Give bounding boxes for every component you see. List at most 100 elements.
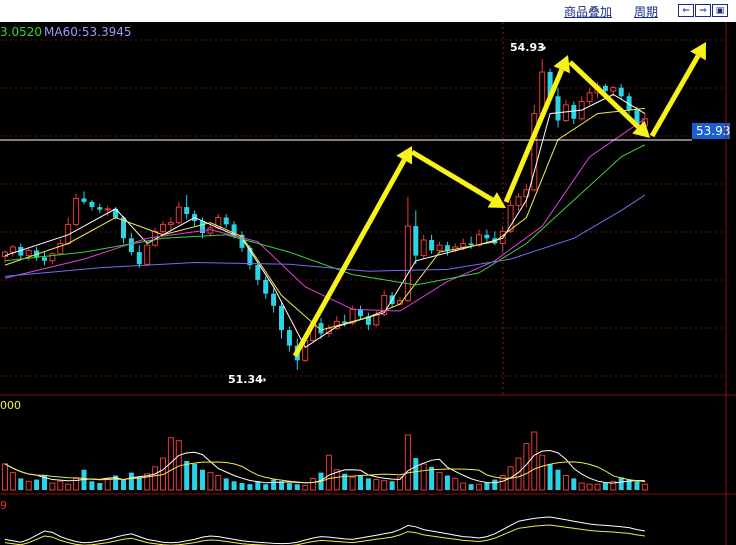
- candle-body: [223, 217, 229, 225]
- volume-bar-59: [468, 484, 474, 490]
- candle-73: [578, 96, 585, 121]
- candle-35: [279, 302, 284, 339]
- volume-bar-25: [200, 469, 205, 490]
- candle-36: [286, 326, 292, 352]
- candle-23: [184, 194, 190, 220]
- candle-body: [73, 197, 80, 225]
- candle-10: [81, 191, 87, 205]
- oscillator-signal-line: [4, 524, 645, 545]
- candle-body: [144, 244, 151, 265]
- candle-body: [404, 225, 411, 302]
- volume-bar-29: [231, 481, 237, 490]
- volume-bar-46: [365, 478, 371, 490]
- candle-28: [223, 214, 229, 228]
- arrow-shaft: [649, 54, 701, 138]
- candle-body: [429, 240, 435, 251]
- candle-51: [404, 196, 411, 303]
- candle-3: [25, 248, 32, 261]
- volume-bar-24: [192, 463, 198, 490]
- volume-bar-56: [444, 475, 450, 490]
- volume-bar-71: [562, 475, 569, 491]
- candle-body: [42, 257, 47, 261]
- high-arrow-icon: →: [538, 43, 546, 54]
- volume-bar-41: [325, 454, 332, 491]
- candle-body: [263, 279, 269, 294]
- candle-65: [515, 193, 522, 211]
- volume-bar-52: [413, 458, 419, 490]
- volume-bar-75: [594, 483, 601, 491]
- candle-9: [73, 193, 80, 227]
- arrow-shaft: [410, 149, 494, 202]
- arrow-shaft: [292, 158, 407, 358]
- volume-bar-28: [223, 478, 229, 490]
- candle-body: [255, 265, 261, 280]
- candle-body: [286, 330, 292, 346]
- volume-bar-58: [460, 482, 467, 491]
- candle-72: [571, 101, 577, 124]
- volume-bar-7: [57, 480, 64, 491]
- volume-bar-60: [476, 483, 482, 491]
- ma30-line: [4, 144, 646, 286]
- trend-arrows: [292, 42, 706, 358]
- candle-12: [97, 203, 103, 214]
- candle-body: [586, 92, 593, 102]
- sub-panel: 9: [0, 493, 736, 545]
- volume-bar-70: [555, 469, 561, 490]
- volume-bar-32: [255, 481, 261, 490]
- candle-body: [175, 206, 182, 224]
- stock-chart: 3.0520 MA60:53.3945 53.93 54.93 51.34 → …: [0, 22, 736, 545]
- candle-body: [555, 96, 561, 121]
- candle-body: [484, 234, 490, 239]
- volume-bar-57: [452, 477, 459, 491]
- candle-body: [136, 252, 142, 265]
- candle-20: [160, 220, 166, 235]
- volume-bar-69: [547, 463, 553, 490]
- arrow-up-3: [649, 42, 706, 138]
- volume-bar-55: [436, 472, 443, 491]
- volume-bar-19: [152, 466, 159, 491]
- candle-6: [49, 252, 56, 265]
- ma20-line: [4, 118, 646, 312]
- candle-body: [81, 198, 87, 202]
- candle-body: [2, 251, 8, 257]
- candle-22: [175, 201, 182, 225]
- volume-bar-48: [381, 480, 388, 491]
- ma-lines: [4, 93, 646, 349]
- low-arrow-icon: →: [258, 375, 266, 386]
- candle-body: [602, 85, 608, 92]
- ma10-line: [4, 107, 645, 331]
- candle-body: [515, 196, 522, 206]
- volume-bar-31: [247, 484, 253, 490]
- ma5-line: [4, 93, 646, 349]
- volume-bar-6: [49, 482, 56, 491]
- current-price-line: 53.93: [0, 123, 730, 141]
- candle-74: [586, 87, 593, 105]
- volume-bar-26: [207, 472, 214, 491]
- volume-bar-13: [104, 477, 111, 491]
- candle-body: [420, 239, 427, 257]
- extreme-labels: 54.93 51.34 → →: [228, 41, 546, 386]
- ma-legend: 3.0520 MA60:53.3945: [0, 25, 132, 39]
- candle-body: [562, 104, 569, 122]
- volume-bar-37: [294, 484, 300, 490]
- volume-bar-34: [271, 479, 277, 490]
- ma-partial-value: 3.0520: [0, 25, 42, 39]
- candle-body: [184, 207, 190, 215]
- volume-bar-72: [571, 478, 577, 490]
- arrow-down-1: [410, 149, 506, 208]
- volume-bar-62: [492, 479, 498, 490]
- volume-bar-45: [358, 475, 363, 490]
- candle-17: [136, 245, 142, 268]
- candle-61: [484, 229, 490, 242]
- candle-5: [42, 252, 47, 266]
- price-tag-text: 53.93: [696, 124, 730, 138]
- volume-bar-39: [310, 477, 317, 491]
- volume-bar-17: [136, 477, 142, 490]
- volume-bar-23: [184, 461, 190, 490]
- candle-71: [562, 99, 569, 123]
- volume-bar-74: [586, 483, 593, 491]
- candle-body: [460, 242, 467, 248]
- candle-body: [89, 201, 95, 208]
- candle-body: [618, 87, 624, 97]
- candle-body: [610, 87, 617, 92]
